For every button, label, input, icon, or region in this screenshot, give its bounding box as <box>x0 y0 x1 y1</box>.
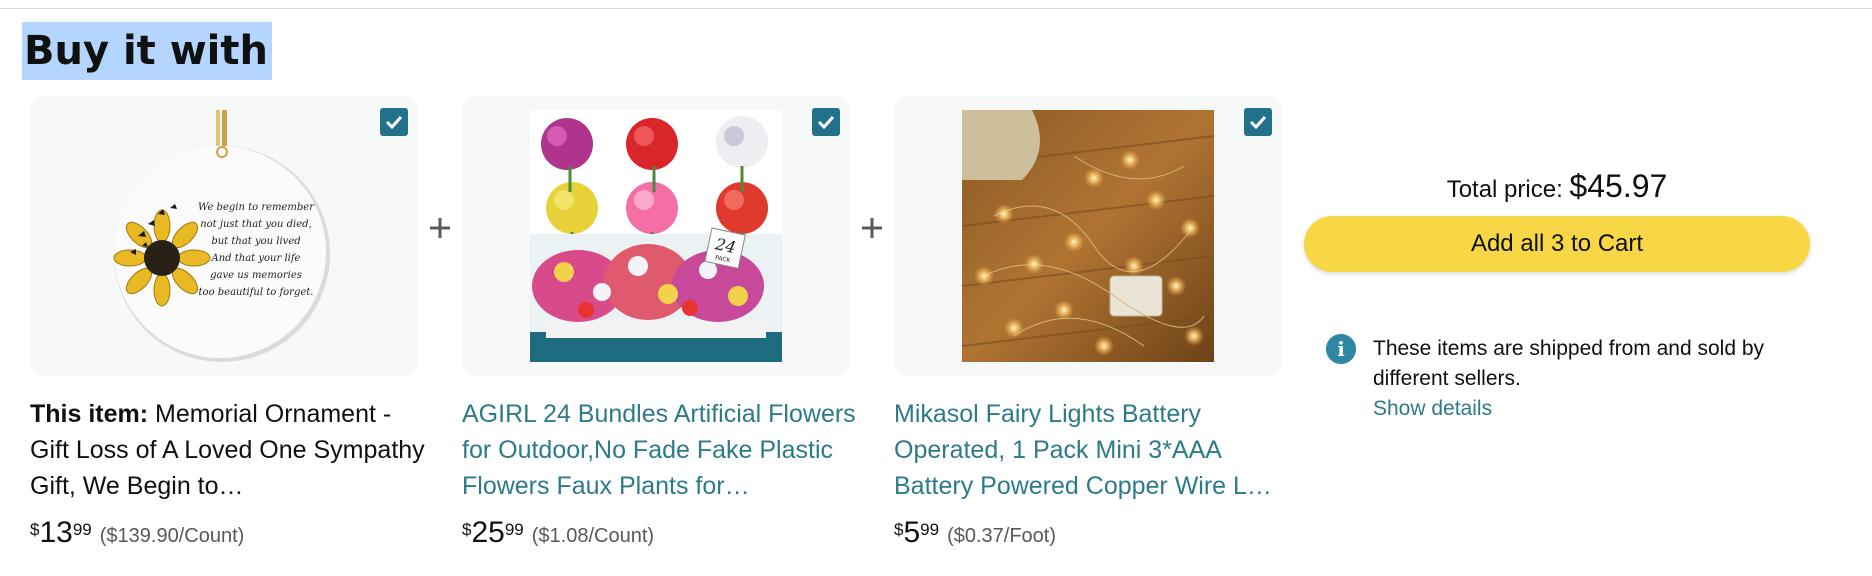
unit-price-2: ($1.08/Count) <box>531 525 655 547</box>
checkbox-product-3[interactable] <box>1244 108 1272 136</box>
add-all-to-cart-button[interactable]: Add all 3 to Cart <box>1304 216 1810 272</box>
product-title-link-2[interactable]: AGIRL 24 Bundles Artificial Flowers for … <box>462 396 862 504</box>
product-price-3: $599 ($0.37/Foot) <box>894 516 1057 549</box>
checkmark-icon <box>385 115 403 130</box>
checkbox-product-2[interactable] <box>812 108 840 136</box>
product-price-2: $2599 ($1.08/Count) <box>462 516 655 549</box>
product-image-card-3[interactable] <box>894 96 1282 376</box>
svg-text:i: i <box>1337 337 1345 361</box>
fairy-lights-image <box>961 110 1215 362</box>
product-image-card-1[interactable]: We begin to remember not just that you di… <box>30 96 418 376</box>
checkmark-icon <box>817 115 835 130</box>
this-item-label: This item: <box>30 400 149 428</box>
ornament-text-line: We begin to remember <box>198 202 315 213</box>
checkbox-product-1[interactable] <box>380 108 408 136</box>
unit-price-1: ($139.90/Count) <box>99 525 245 547</box>
ornament-text-line: And that your life <box>211 253 301 264</box>
product-price-1: $1399 ($139.90/Count) <box>30 516 245 549</box>
artificial-flowers-image: 24 PACK <box>530 110 782 362</box>
section-heading: Buy it with <box>22 22 272 80</box>
seller-info-text: These items are shipped from and sold by… <box>1373 337 1765 390</box>
ornament-text-line: not just that you died, <box>200 219 312 230</box>
unit-price-3: ($0.37/Foot) <box>947 525 1057 547</box>
plus-icon <box>862 218 882 238</box>
checkmark-icon <box>1249 115 1267 130</box>
plus-icon <box>430 218 450 238</box>
ornament-image: We begin to remember not just that you di… <box>113 110 330 362</box>
ornament-text-line: gave us memories <box>210 270 302 281</box>
product-title-1: This item: Memorial Ornament - Gift Loss… <box>30 396 430 504</box>
total-price-amount: $45.97 <box>1569 168 1668 204</box>
top-divider <box>0 8 1872 9</box>
info-icon: i <box>1326 334 1356 364</box>
product-title-link-3[interactable]: Mikasol Fairy Lights Battery Operated, 1… <box>894 396 1294 504</box>
total-price-label: Total price: <box>1446 176 1563 203</box>
ornament-text-line: but that you lived <box>211 236 300 247</box>
show-details-link[interactable]: Show details <box>1373 394 1492 424</box>
ornament-text-line: too beautiful to forget. <box>199 287 314 298</box>
product-image-card-2[interactable]: 24 PACK <box>462 96 850 376</box>
total-price: Total price: $45.97 <box>1304 168 1810 205</box>
